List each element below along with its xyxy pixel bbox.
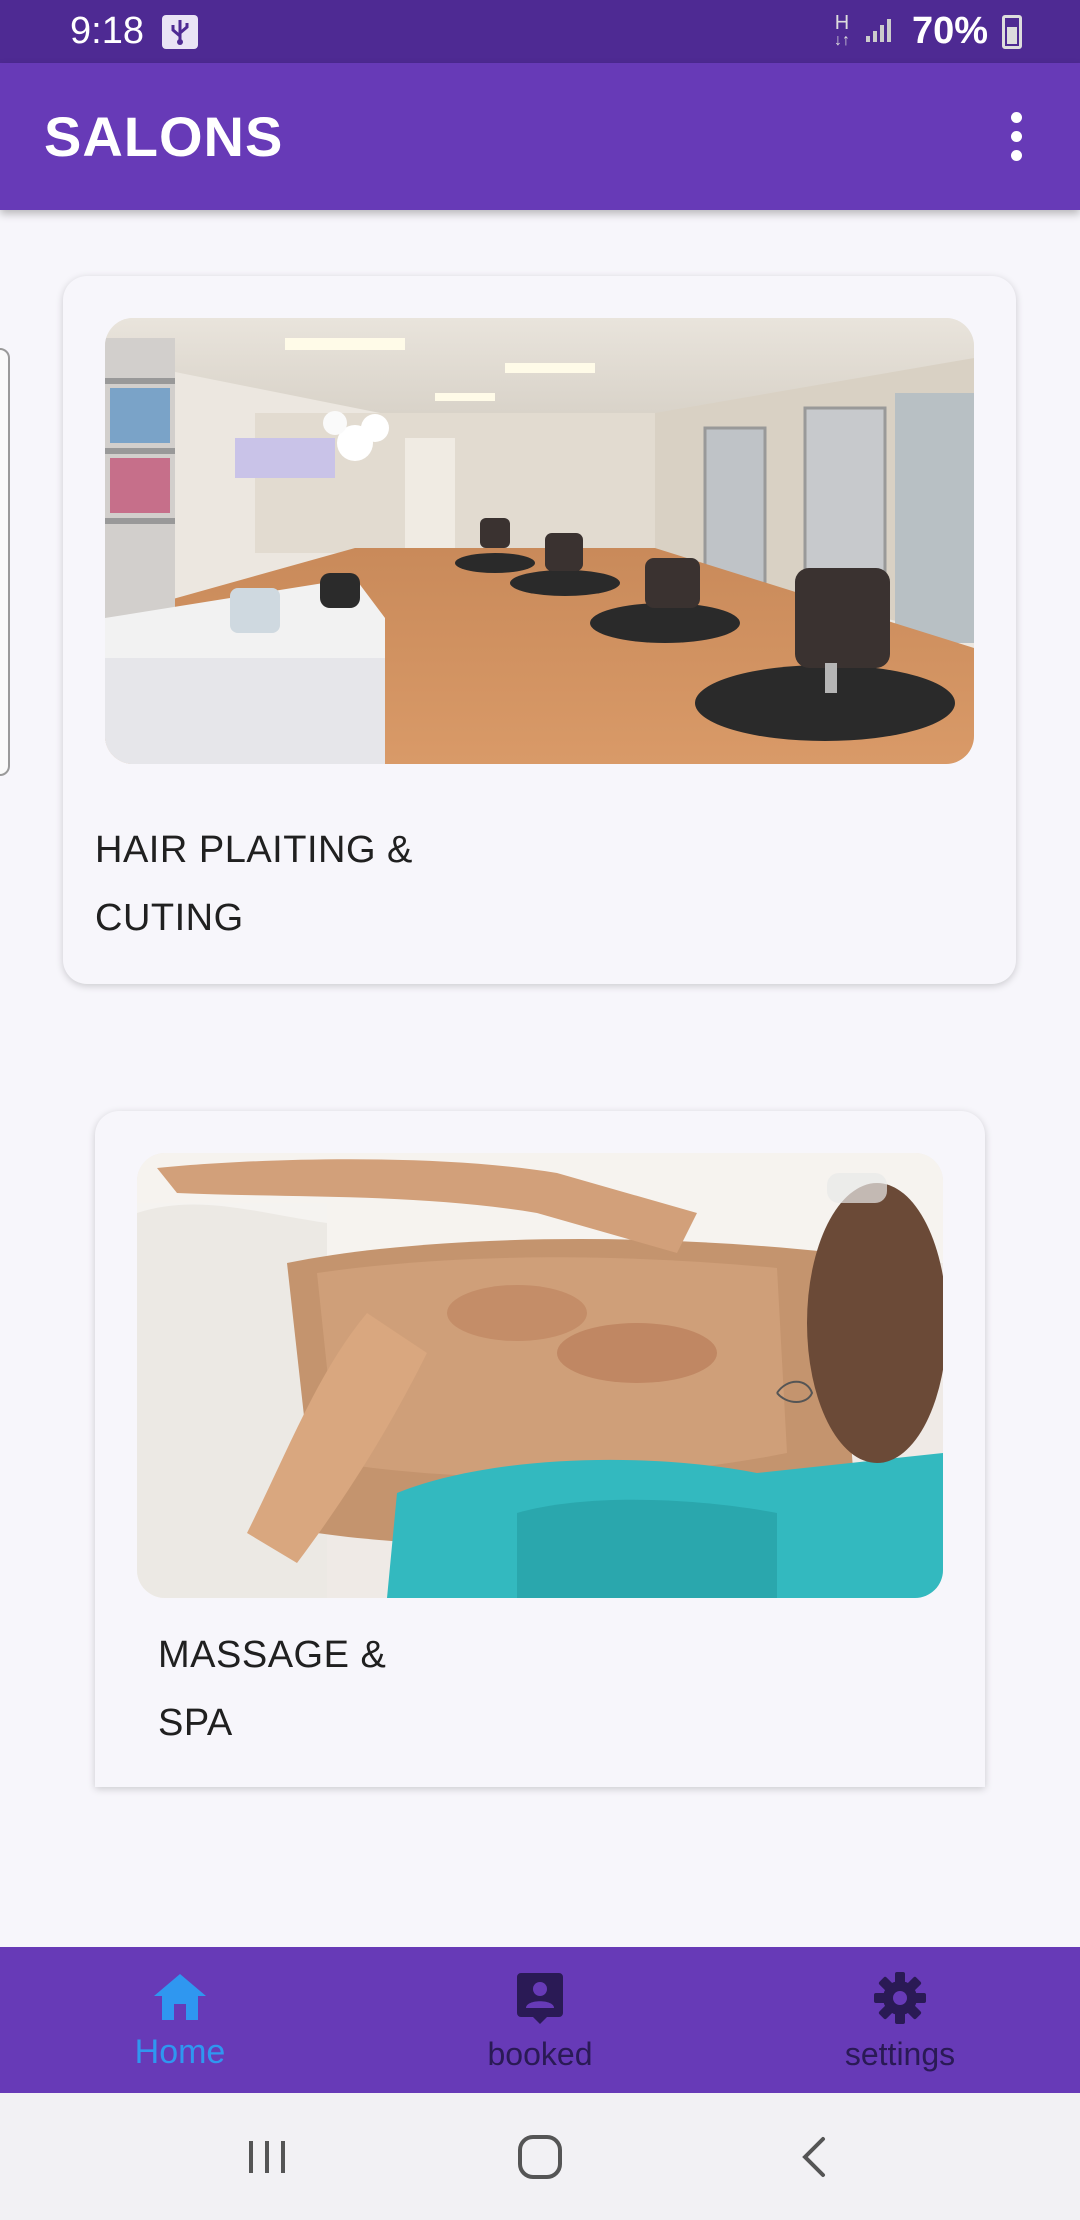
battery-percent: 70%: [911, 10, 988, 52]
nav-label-booked: booked: [487, 2036, 593, 2072]
service-title-line1: HAIR PLAITING &: [95, 829, 413, 871]
nav-item-booked[interactable]: booked: [360, 1947, 720, 2093]
service-title-line2: SPA: [158, 1702, 233, 1744]
status-right: H ↓↑ 70%: [834, 10, 1022, 53]
battery-charging-icon: [1002, 14, 1022, 49]
status-time: 9:18: [70, 10, 144, 52]
nav-label-home: Home: [134, 2033, 226, 2071]
home-icon: [152, 1972, 208, 2027]
nav-label-settings: settings: [844, 2036, 956, 2072]
salon-interior-photo: [105, 318, 974, 764]
gear-icon: [873, 1971, 927, 2030]
service-title: HAIR PLAITING & CUTING: [95, 816, 695, 952]
massage-photo: [137, 1153, 943, 1598]
network-type: H: [834, 11, 850, 34]
status-bar: 9:18 H ↓↑ 70%: [0, 0, 1080, 63]
contact-icon: [515, 1971, 565, 2030]
status-left: 9:18: [70, 10, 198, 53]
signal-icon: [864, 14, 898, 49]
page-title: SALONS: [44, 105, 284, 168]
service-title: MASSAGE & SPA: [158, 1621, 758, 1757]
nav-item-home[interactable]: Home: [0, 1947, 360, 2093]
nav-item-settings[interactable]: settings: [720, 1947, 1080, 2093]
app-bar: SALONS: [0, 63, 1080, 210]
carousel-previous-card-edge[interactable]: [0, 348, 10, 776]
usb-icon: [161, 14, 198, 49]
service-title-line1: MASSAGE &: [158, 1634, 387, 1676]
more-vert-icon[interactable]: [996, 107, 1036, 167]
service-card-massage[interactable]: MASSAGE & SPA: [95, 1111, 985, 1787]
service-title-line2: CUTING: [95, 897, 244, 939]
bottom-navigation: Home booked settings: [0, 1947, 1080, 2093]
back-icon[interactable]: [773, 2127, 853, 2187]
data-arrows-icon: H ↓↑: [833, 11, 850, 49]
system-navigation-bar: [0, 2093, 1080, 2220]
home-circle-icon[interactable]: [500, 2127, 580, 2187]
recents-icon[interactable]: [227, 2127, 307, 2187]
service-card-hair[interactable]: HAIR PLAITING & CUTING: [63, 276, 1016, 984]
